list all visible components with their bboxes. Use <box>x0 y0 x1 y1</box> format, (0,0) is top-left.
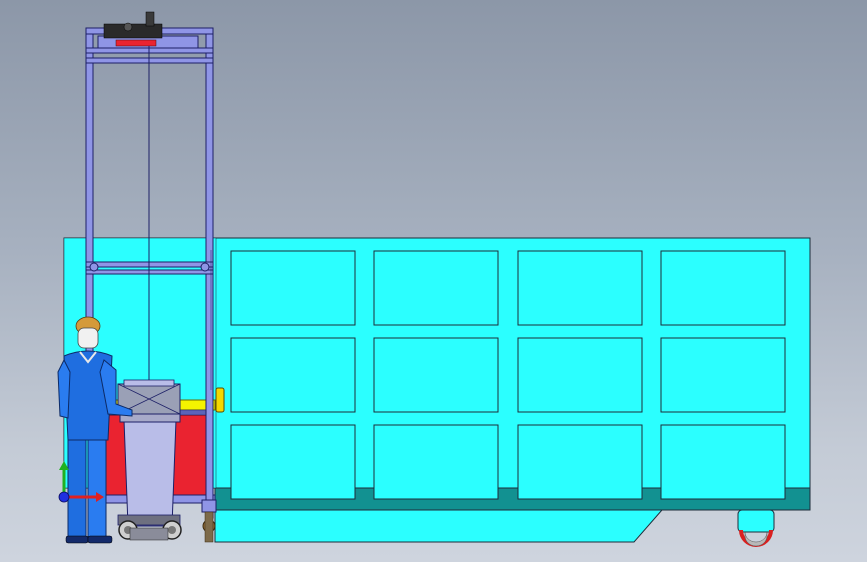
container-panel <box>517 250 643 326</box>
container-panel <box>230 250 356 326</box>
worker-leg-left <box>67 439 87 539</box>
bin-body <box>123 419 177 527</box>
container-panel <box>373 337 499 413</box>
container-panel <box>517 424 643 500</box>
container-panel <box>230 424 356 500</box>
container-panel <box>517 337 643 413</box>
wheelie-bin <box>117 413 182 541</box>
container-panel <box>373 424 499 500</box>
worker-boot-left <box>65 535 89 544</box>
cad-viewport[interactable] <box>0 0 867 562</box>
container-panel <box>660 337 786 413</box>
rear-wheel <box>737 509 775 547</box>
worker-boot-right <box>87 535 113 544</box>
mast-foot <box>201 499 217 513</box>
axis-z-icon <box>58 491 70 503</box>
worker-face <box>77 327 99 349</box>
hoist-motor-top <box>145 11 155 27</box>
worker-arm-left <box>57 358 71 419</box>
yellow-latch <box>215 387 225 413</box>
container-panel <box>230 337 356 413</box>
container-chassis <box>214 509 664 543</box>
hoist-red-drum <box>115 39 157 47</box>
container-panel <box>660 250 786 326</box>
container-panel <box>660 424 786 500</box>
worker-leg-right <box>87 439 107 539</box>
cad-scene <box>57 11 811 547</box>
container-panel <box>373 250 499 326</box>
hoist-fitting <box>123 22 133 32</box>
